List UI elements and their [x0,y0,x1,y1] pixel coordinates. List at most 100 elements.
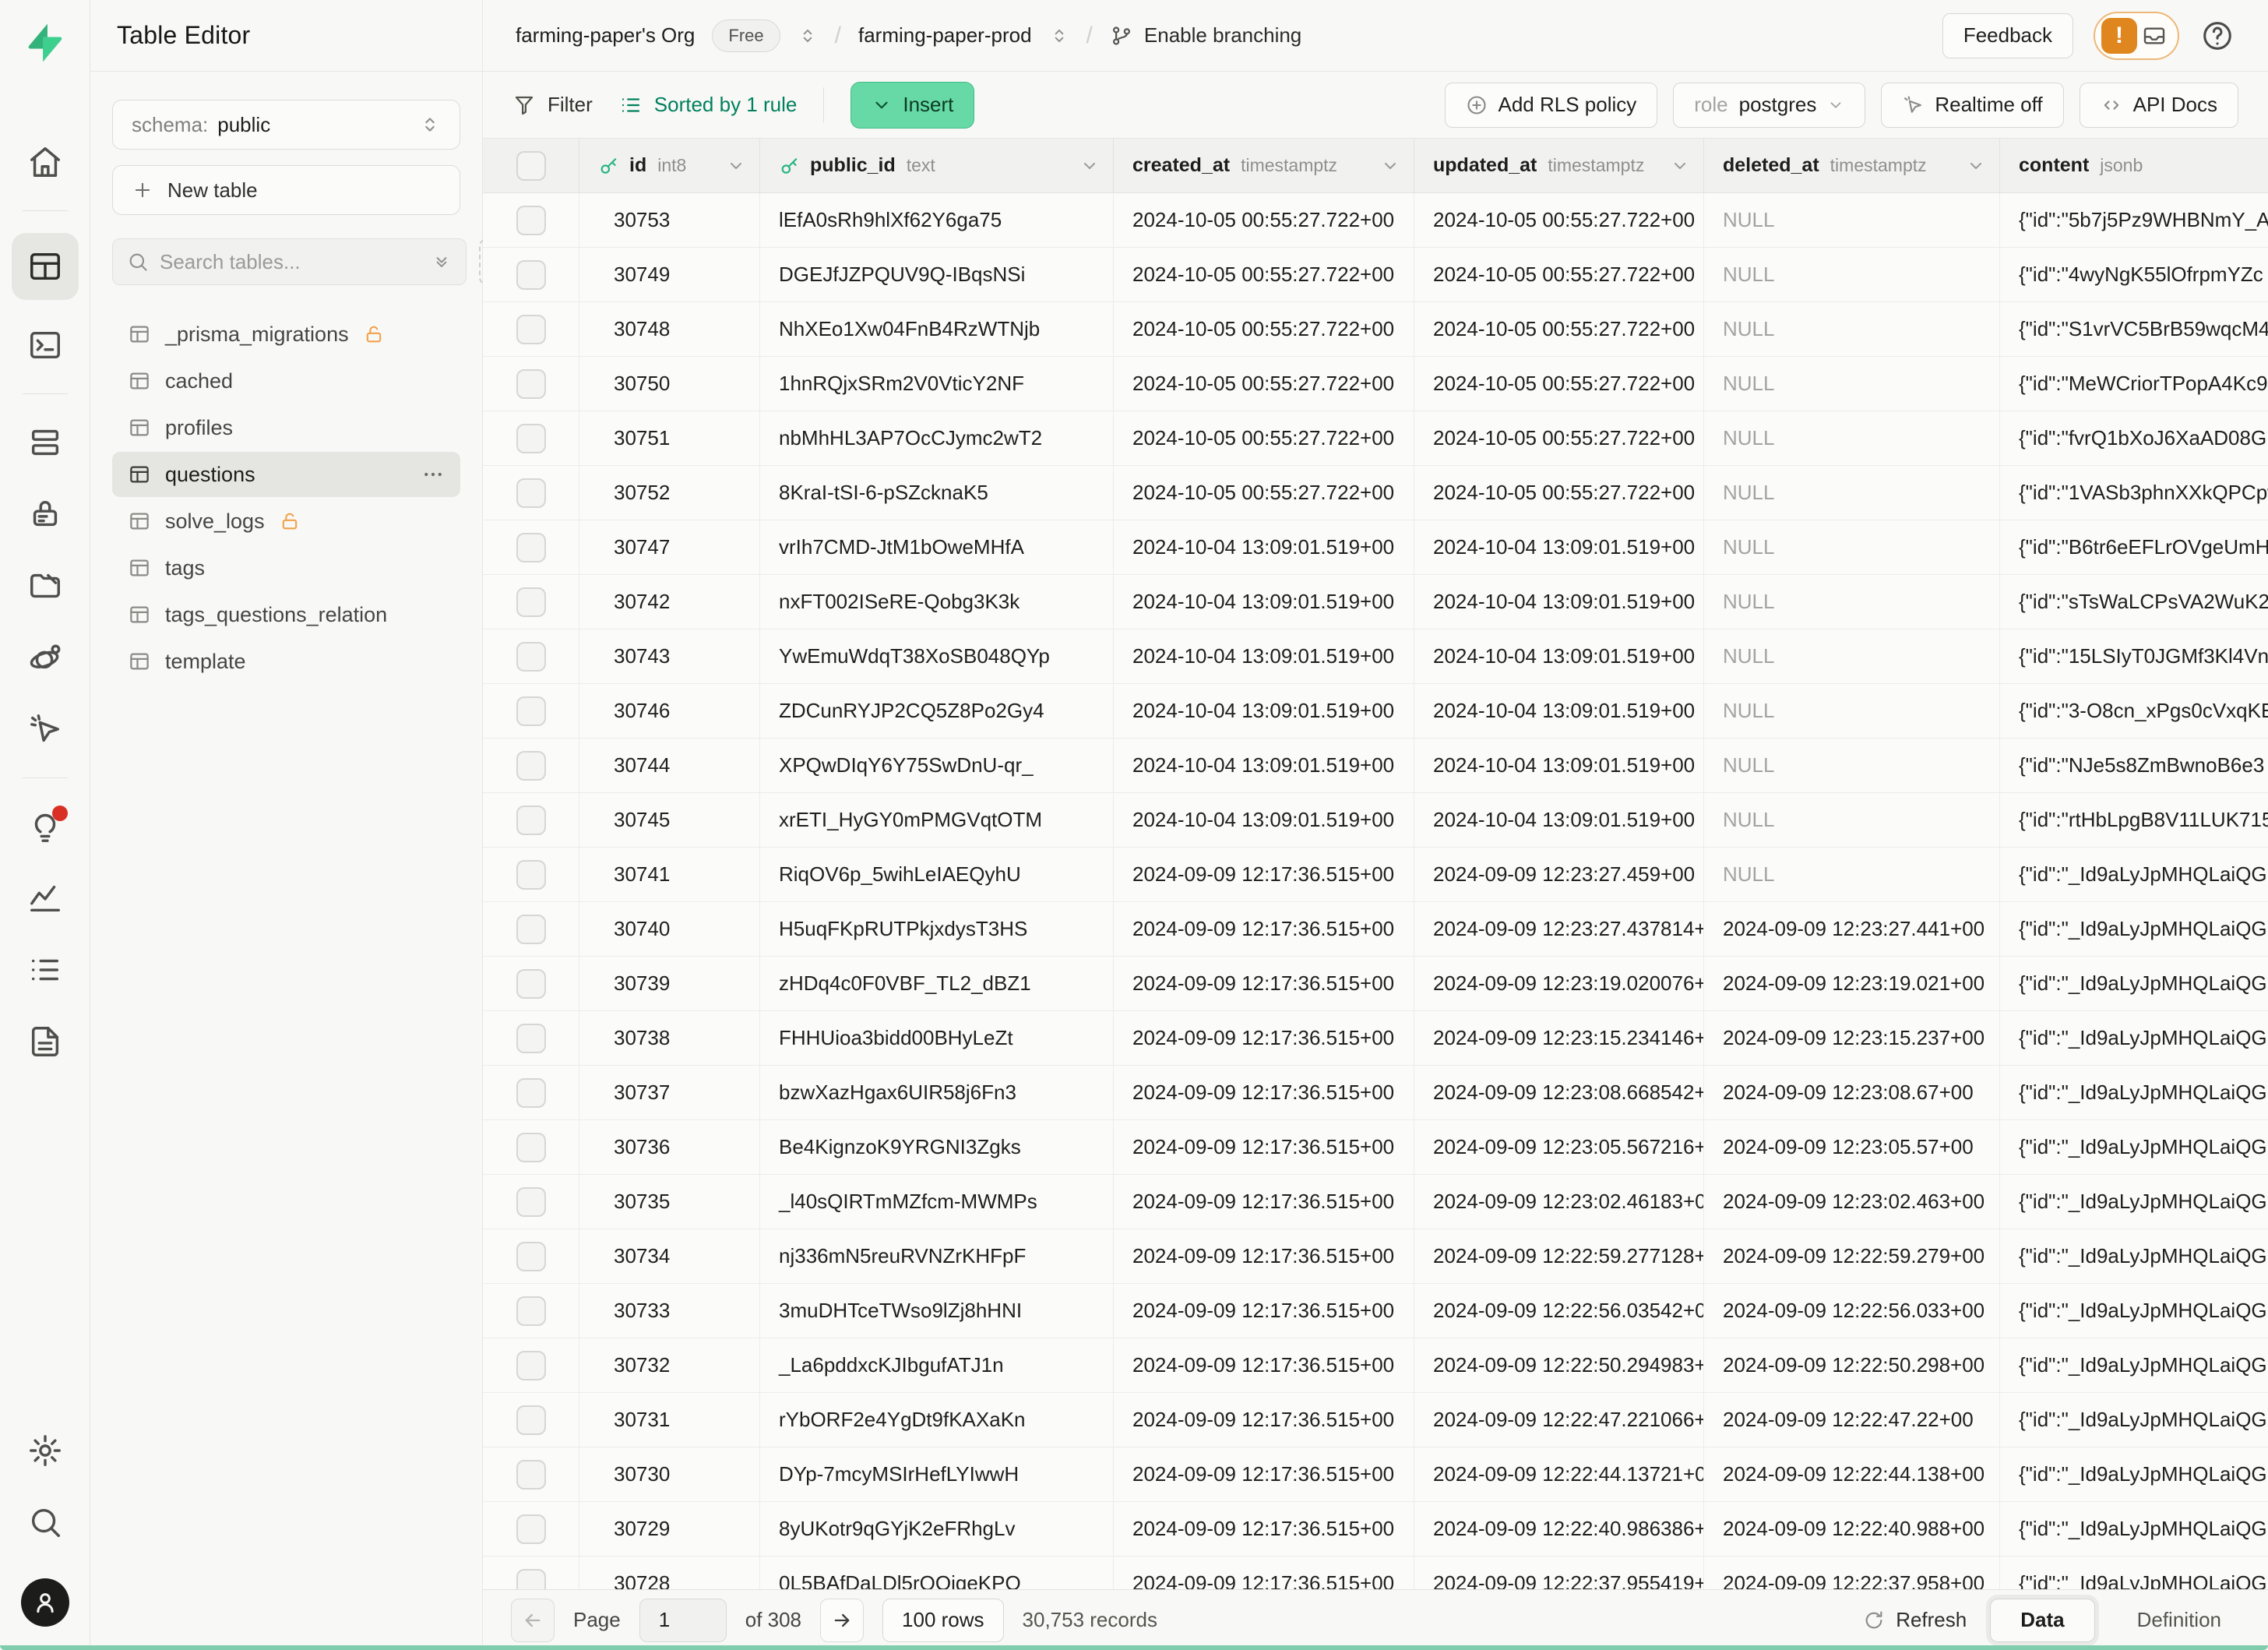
cell-updated_at[interactable]: 2024-10-05 00:55:27.722+00 [1414,248,1704,301]
cell-content[interactable]: {"id":"_Id9aLyJpMHQLaiQG [2000,1393,2268,1447]
cell-created_at[interactable]: 2024-10-04 13:09:01.519+00 [1114,684,1414,738]
cell-public_id[interactable]: nxFT002ISeRE-Qobg3K3k [760,575,1114,629]
cell-deleted_at[interactable]: 2024-09-09 12:23:19.021+00 [1704,957,2000,1010]
cell-deleted_at[interactable]: NULL [1704,684,2000,738]
cell-created_at[interactable]: 2024-10-04 13:09:01.519+00 [1114,739,1414,792]
cell-created_at[interactable]: 2024-09-09 12:17:36.515+00 [1114,1229,1414,1283]
cell-updated_at[interactable]: 2024-09-09 12:22:44.13721+00 [1414,1447,1704,1501]
cell-content[interactable]: {"id":"_Id9aLyJpMHQLaiQG [2000,848,2268,901]
cell-public_id[interactable]: NhXEo1Xw04FnB4RzWTNjb [760,302,1114,356]
reports-icon[interactable] [27,880,63,916]
cell-created_at[interactable]: 2024-09-09 12:17:36.515+00 [1114,1175,1414,1229]
cell-content[interactable]: {"id":"B6tr6eEFLrOVgeUmH [2000,520,2268,574]
row-checkbox[interactable] [516,806,546,835]
cell-public_id[interactable]: rYbORF2e4YgDt9fKAXaKn [760,1393,1114,1447]
cell-deleted_at[interactable]: 2024-09-09 12:23:27.441+00 [1704,902,2000,956]
schema-select[interactable]: schema: public [112,100,460,150]
column-header-created_at[interactable]: created_attimestamptz [1114,139,1414,192]
sidebar-table-profiles[interactable]: profiles [112,405,460,450]
cell-deleted_at[interactable]: NULL [1704,302,2000,356]
cell-id[interactable]: 30737 [579,1066,760,1119]
select-all-checkbox[interactable] [516,151,546,181]
cell-public_id[interactable]: _l40sQIRTmMZfcm-MWMPs [760,1175,1114,1229]
cell-id[interactable]: 30749 [579,248,760,301]
cell-deleted_at[interactable]: NULL [1704,466,2000,520]
cell-updated_at[interactable]: 2024-09-09 12:23:19.020076+00 [1414,957,1704,1010]
row-checkbox[interactable] [516,424,546,453]
cell-updated_at[interactable]: 2024-09-09 12:23:08.668542+00 [1414,1066,1704,1119]
supabase-logo-icon[interactable] [23,20,68,65]
chevron-down-icon[interactable] [1381,157,1400,175]
cell-public_id[interactable]: 0L5BAfDaLDl5rQOiqeKPO [760,1557,1114,1589]
user-avatar[interactable] [21,1578,69,1627]
cell-deleted_at[interactable]: 2024-09-09 12:22:47.22+00 [1704,1393,2000,1447]
cell-public_id[interactable]: FHHUioa3bidd00BHyLeZt [760,1011,1114,1065]
cell-id[interactable]: 30731 [579,1393,760,1447]
cell-deleted_at[interactable]: NULL [1704,411,2000,465]
cell-content[interactable]: {"id":"_Id9aLyJpMHQLaiQG [2000,1502,2268,1556]
cell-updated_at[interactable]: 2024-09-09 12:22:47.221066+00 [1414,1393,1704,1447]
row-checkbox[interactable] [516,315,546,344]
storage-icon[interactable] [27,568,63,604]
row-checkbox[interactable] [516,478,546,508]
cell-created_at[interactable]: 2024-10-04 13:09:01.519+00 [1114,629,1414,683]
row-checkbox[interactable] [516,206,546,235]
column-header-content[interactable]: contentjsonb [2000,139,2268,192]
cell-content[interactable]: {"id":"_Id9aLyJpMHQLaiQG [2000,1447,2268,1501]
cell-deleted_at[interactable]: NULL [1704,193,2000,247]
cell-updated_at[interactable]: 2024-10-04 13:09:01.519+00 [1414,684,1704,738]
cell-public_id[interactable]: 8KraI-tSI-6-pSZcknaK5 [760,466,1114,520]
column-header-public_id[interactable]: public_idtext [760,139,1114,192]
cell-deleted_at[interactable]: NULL [1704,357,2000,411]
cell-id[interactable]: 30753 [579,193,760,247]
cell-created_at[interactable]: 2024-10-05 00:55:27.722+00 [1114,357,1414,411]
cell-deleted_at[interactable]: 2024-09-09 12:23:02.463+00 [1704,1175,2000,1229]
cell-deleted_at[interactable]: 2024-09-09 12:22:56.033+00 [1704,1284,2000,1338]
row-checkbox[interactable] [516,860,546,890]
row-checkbox[interactable] [516,1296,546,1326]
cell-id[interactable]: 30751 [579,411,760,465]
cell-content[interactable]: {"id":"3-O8cn_xPgs0cVxqKE [2000,684,2268,738]
rows-per-page-button[interactable]: 100 rows [882,1599,1004,1642]
cell-updated_at[interactable]: 2024-10-05 00:55:27.722+00 [1414,411,1704,465]
search-icon[interactable] [27,1504,63,1540]
cell-public_id[interactable]: 1hnRQjxSRm2V0VticY2NF [760,357,1114,411]
cell-created_at[interactable]: 2024-09-09 12:17:36.515+00 [1114,1011,1414,1065]
row-checkbox[interactable] [516,587,546,617]
feedback-button[interactable]: Feedback [1942,13,2073,58]
tab-definition[interactable]: Definition [2118,1608,2240,1632]
cell-id[interactable]: 30742 [579,575,760,629]
settings-icon[interactable] [27,1433,63,1468]
column-menu-button[interactable] [1373,157,1400,175]
cell-deleted_at[interactable]: 2024-09-09 12:22:40.988+00 [1704,1502,2000,1556]
cell-id[interactable]: 30735 [579,1175,760,1229]
sidebar-table-_prisma_migrations[interactable]: _prisma_migrations [112,312,460,357]
cell-updated_at[interactable]: 2024-10-05 00:55:27.722+00 [1414,193,1704,247]
cell-id[interactable]: 30750 [579,357,760,411]
sidebar-table-cached[interactable]: cached [112,358,460,404]
cell-content[interactable]: {"id":"15LSIyT0JGMf3Kl4Vn [2000,629,2268,683]
row-checkbox[interactable] [516,533,546,562]
cell-public_id[interactable]: Be4KignzoK9YRGNI3Zgks [760,1120,1114,1174]
cell-updated_at[interactable]: 2024-09-09 12:23:27.437814+00 [1414,902,1704,956]
chevrons-up-down-icon[interactable] [1049,26,1069,46]
cell-deleted_at[interactable]: 2024-09-09 12:22:50.298+00 [1704,1338,2000,1392]
enable-branching-button[interactable]: Enable branching [1110,23,1301,48]
row-checkbox[interactable] [516,1133,546,1162]
chevrons-down-icon[interactable] [431,252,452,272]
row-checkbox[interactable] [516,1460,546,1490]
cell-public_id[interactable]: YwEmuWdqT38XoSB048QYp [760,629,1114,683]
cell-created_at[interactable]: 2024-10-05 00:55:27.722+00 [1114,193,1414,247]
cell-updated_at[interactable]: 2024-10-05 00:55:27.722+00 [1414,357,1704,411]
next-page-button[interactable] [820,1599,864,1642]
row-checkbox[interactable] [516,1405,546,1435]
row-checkbox[interactable] [516,260,546,290]
table-options-button[interactable] [421,463,445,486]
cell-content[interactable]: {"id":"1VASb3phnXXkQPCpw [2000,466,2268,520]
edge-functions-icon[interactable] [27,640,63,675]
cell-id[interactable]: 30746 [579,684,760,738]
cell-public_id[interactable]: vrIh7CMD-JtM1bOweMHfA [760,520,1114,574]
sidebar-table-tags[interactable]: tags [112,545,460,591]
cell-public_id[interactable]: nj336mN5reuRVNZrKHFpF [760,1229,1114,1283]
cell-created_at[interactable]: 2024-09-09 12:17:36.515+00 [1114,1284,1414,1338]
